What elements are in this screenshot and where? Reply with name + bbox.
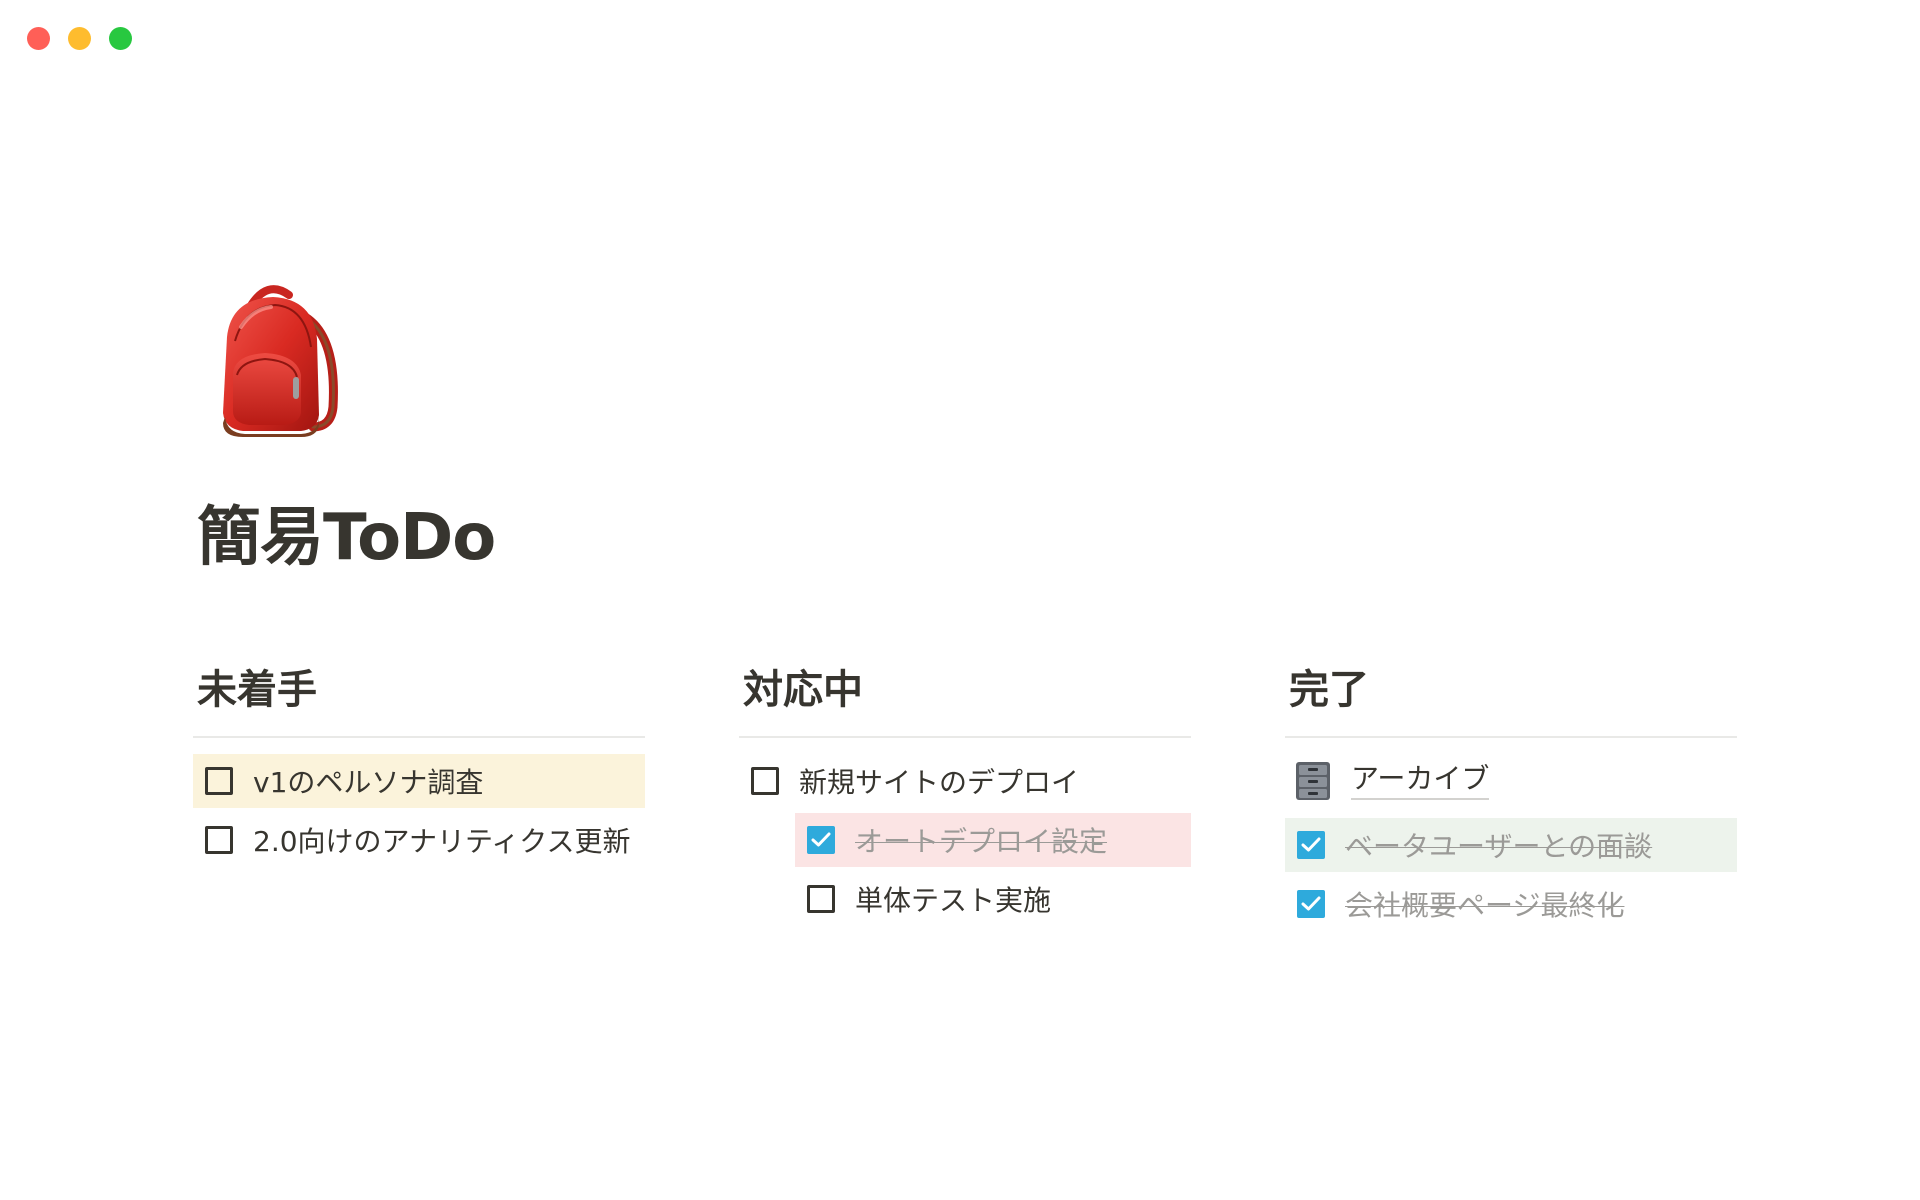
todo-item[interactable]: 会社概要ページ最終化 [1285, 877, 1737, 931]
page-title[interactable]: 簡易ToDo [197, 500, 496, 577]
todo-text[interactable]: 2.0向けのアナリティクス更新 [253, 820, 630, 860]
checkbox-checked[interactable] [1297, 890, 1325, 918]
checkbox[interactable] [205, 767, 233, 795]
todo-item[interactable]: オートデプロイ設定 [795, 813, 1191, 867]
checkmark-icon [811, 832, 831, 847]
todo-item[interactable]: ベータユーザーとの面談 [1285, 818, 1737, 872]
todo-text[interactable]: 新規サイトのデプロイ [799, 761, 1079, 801]
todo-text[interactable]: v1のペルソナ調査 [253, 761, 483, 801]
todo-item[interactable]: v1のペルソナ調査 [193, 754, 645, 808]
column-heading[interactable]: 未着手 [193, 660, 645, 738]
window-close-button[interactable] [27, 27, 50, 50]
todo-text[interactable]: 単体テスト実施 [855, 879, 1051, 919]
backpack-icon[interactable] [205, 277, 345, 437]
checkmark-icon [1301, 896, 1321, 911]
checkbox[interactable] [807, 885, 835, 913]
file-cabinet-icon [1296, 762, 1330, 800]
column-done: 完了 アーカイブ ベータユーザーとの面談 会社概要ページ最終化 [1285, 660, 1737, 936]
column-not-started: 未着手 v1のペルソナ調査 2.0向けのアナリティクス更新 [193, 660, 645, 936]
todo-item[interactable]: 単体テスト実施 [795, 872, 1191, 926]
column-in-progress: 対応中 新規サイトのデプロイ オートデプロイ設定 単体テスト実施 [739, 660, 1191, 936]
window-zoom-button[interactable] [109, 27, 132, 50]
archive-link-text[interactable]: アーカイブ [1351, 762, 1490, 800]
column-layout: 未着手 v1のペルソナ調査 2.0向けのアナリティクス更新 対応中 新規サイトの… [193, 660, 1737, 936]
app-window: 簡易ToDo 未着手 v1のペルソナ調査 2.0向けのアナリティクス更新 対応中… [0, 0, 1920, 1200]
checkbox-checked[interactable] [1297, 831, 1325, 859]
todo-text[interactable]: ベータユーザーとの面談 [1345, 825, 1652, 865]
window-minimize-button[interactable] [68, 27, 91, 50]
checkmark-icon [1301, 837, 1321, 852]
window-controls [27, 27, 132, 50]
column-heading[interactable]: 完了 [1285, 660, 1737, 738]
checkbox[interactable] [205, 826, 233, 854]
column-heading[interactable]: 対応中 [739, 660, 1191, 738]
checkbox[interactable] [751, 767, 779, 795]
checkbox-checked[interactable] [807, 826, 835, 854]
archive-page-link[interactable]: アーカイブ [1285, 754, 1737, 808]
todo-item[interactable]: 2.0向けのアナリティクス更新 [193, 813, 645, 867]
todo-item[interactable]: 新規サイトのデプロイ [739, 754, 1191, 808]
todo-text[interactable]: 会社概要ページ最終化 [1345, 884, 1624, 924]
todo-text[interactable]: オートデプロイ設定 [855, 820, 1107, 860]
